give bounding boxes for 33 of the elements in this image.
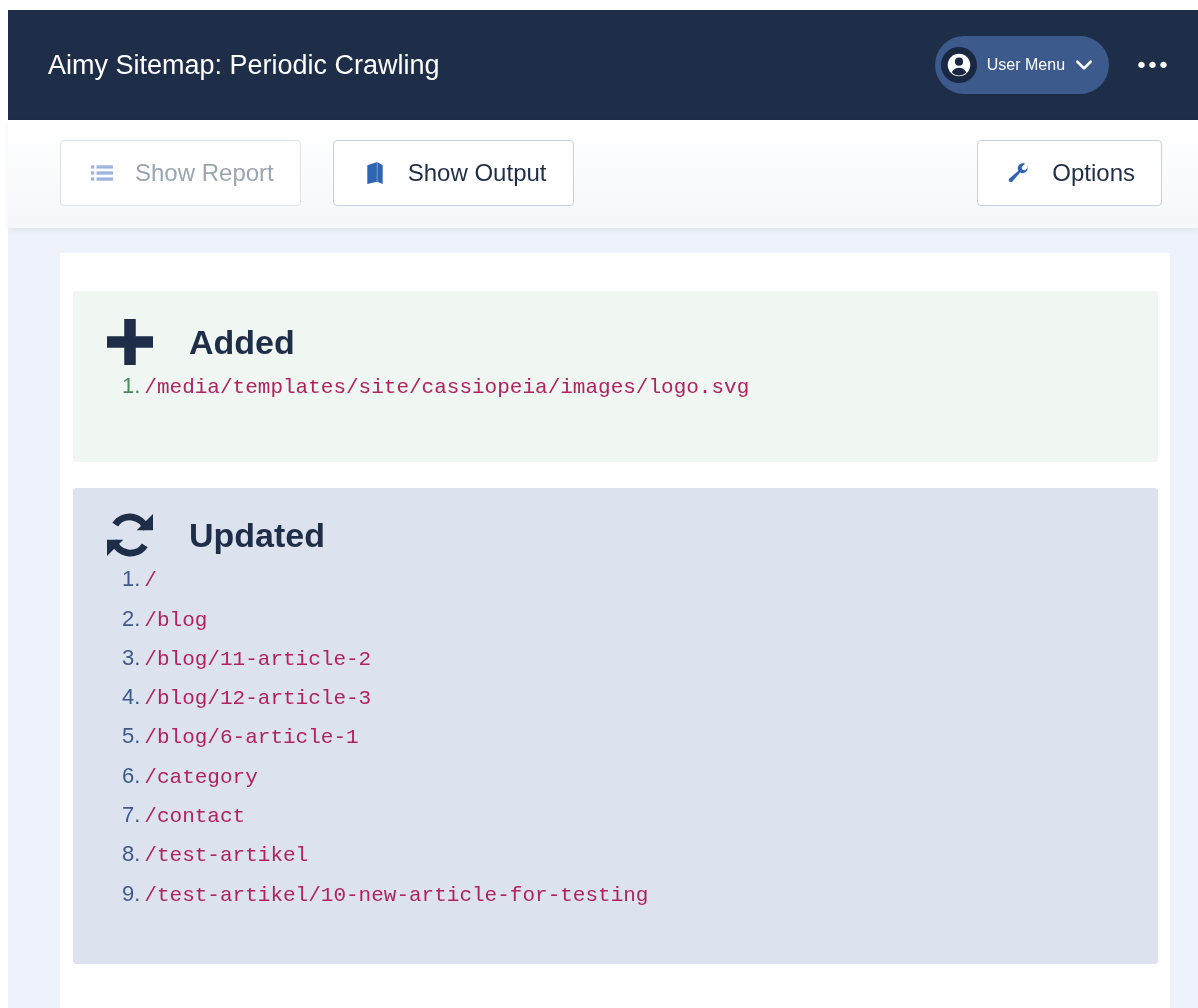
section-heading: Updated bbox=[189, 515, 325, 555]
list-number: 8. bbox=[122, 841, 141, 868]
list-number: 1. bbox=[122, 566, 141, 593]
url-path: /blog bbox=[144, 608, 208, 632]
list-icon bbox=[91, 162, 113, 184]
list-number: 5. bbox=[122, 723, 141, 750]
url-path: /blog/12-article-3 bbox=[144, 687, 372, 711]
list-number: 2. bbox=[122, 605, 141, 632]
url-path: /contact bbox=[144, 805, 246, 829]
url-path: / bbox=[144, 569, 157, 593]
user-avatar-icon bbox=[940, 47, 977, 83]
options-button[interactable]: Options bbox=[977, 140, 1162, 206]
url-path: /media/templates/site/cassiopeia/images/logo.svg bbox=[144, 376, 750, 399]
list-number: 7. bbox=[122, 802, 141, 829]
list-number: 3. bbox=[122, 644, 141, 671]
list-number: 9. bbox=[122, 880, 141, 907]
wrench-icon bbox=[1008, 162, 1031, 184]
user-menu-button[interactable]: User Menu bbox=[934, 36, 1110, 94]
chevron-down-icon bbox=[1075, 59, 1094, 71]
more-button[interactable]: ••• bbox=[1135, 52, 1168, 78]
list-number: 1. bbox=[122, 373, 141, 399]
url-path: /test-artikel/10-new-article-for-testing bbox=[144, 883, 649, 907]
refresh-icon bbox=[107, 512, 153, 559]
section-heading: Added bbox=[189, 322, 295, 362]
url-path: /blog/11-article-2 bbox=[144, 647, 372, 671]
list-number: 4. bbox=[122, 684, 141, 711]
url-path: /test-artikel bbox=[144, 844, 309, 868]
show-output-button[interactable]: Show Output bbox=[332, 140, 574, 206]
url-path: /blog/6-article-1 bbox=[144, 726, 359, 750]
list-number: 6. bbox=[122, 762, 141, 789]
plus-icon bbox=[107, 319, 153, 365]
page-title: Aimy Sitemap: Periodic Crawling bbox=[48, 49, 440, 81]
url-path: /category bbox=[144, 765, 258, 789]
